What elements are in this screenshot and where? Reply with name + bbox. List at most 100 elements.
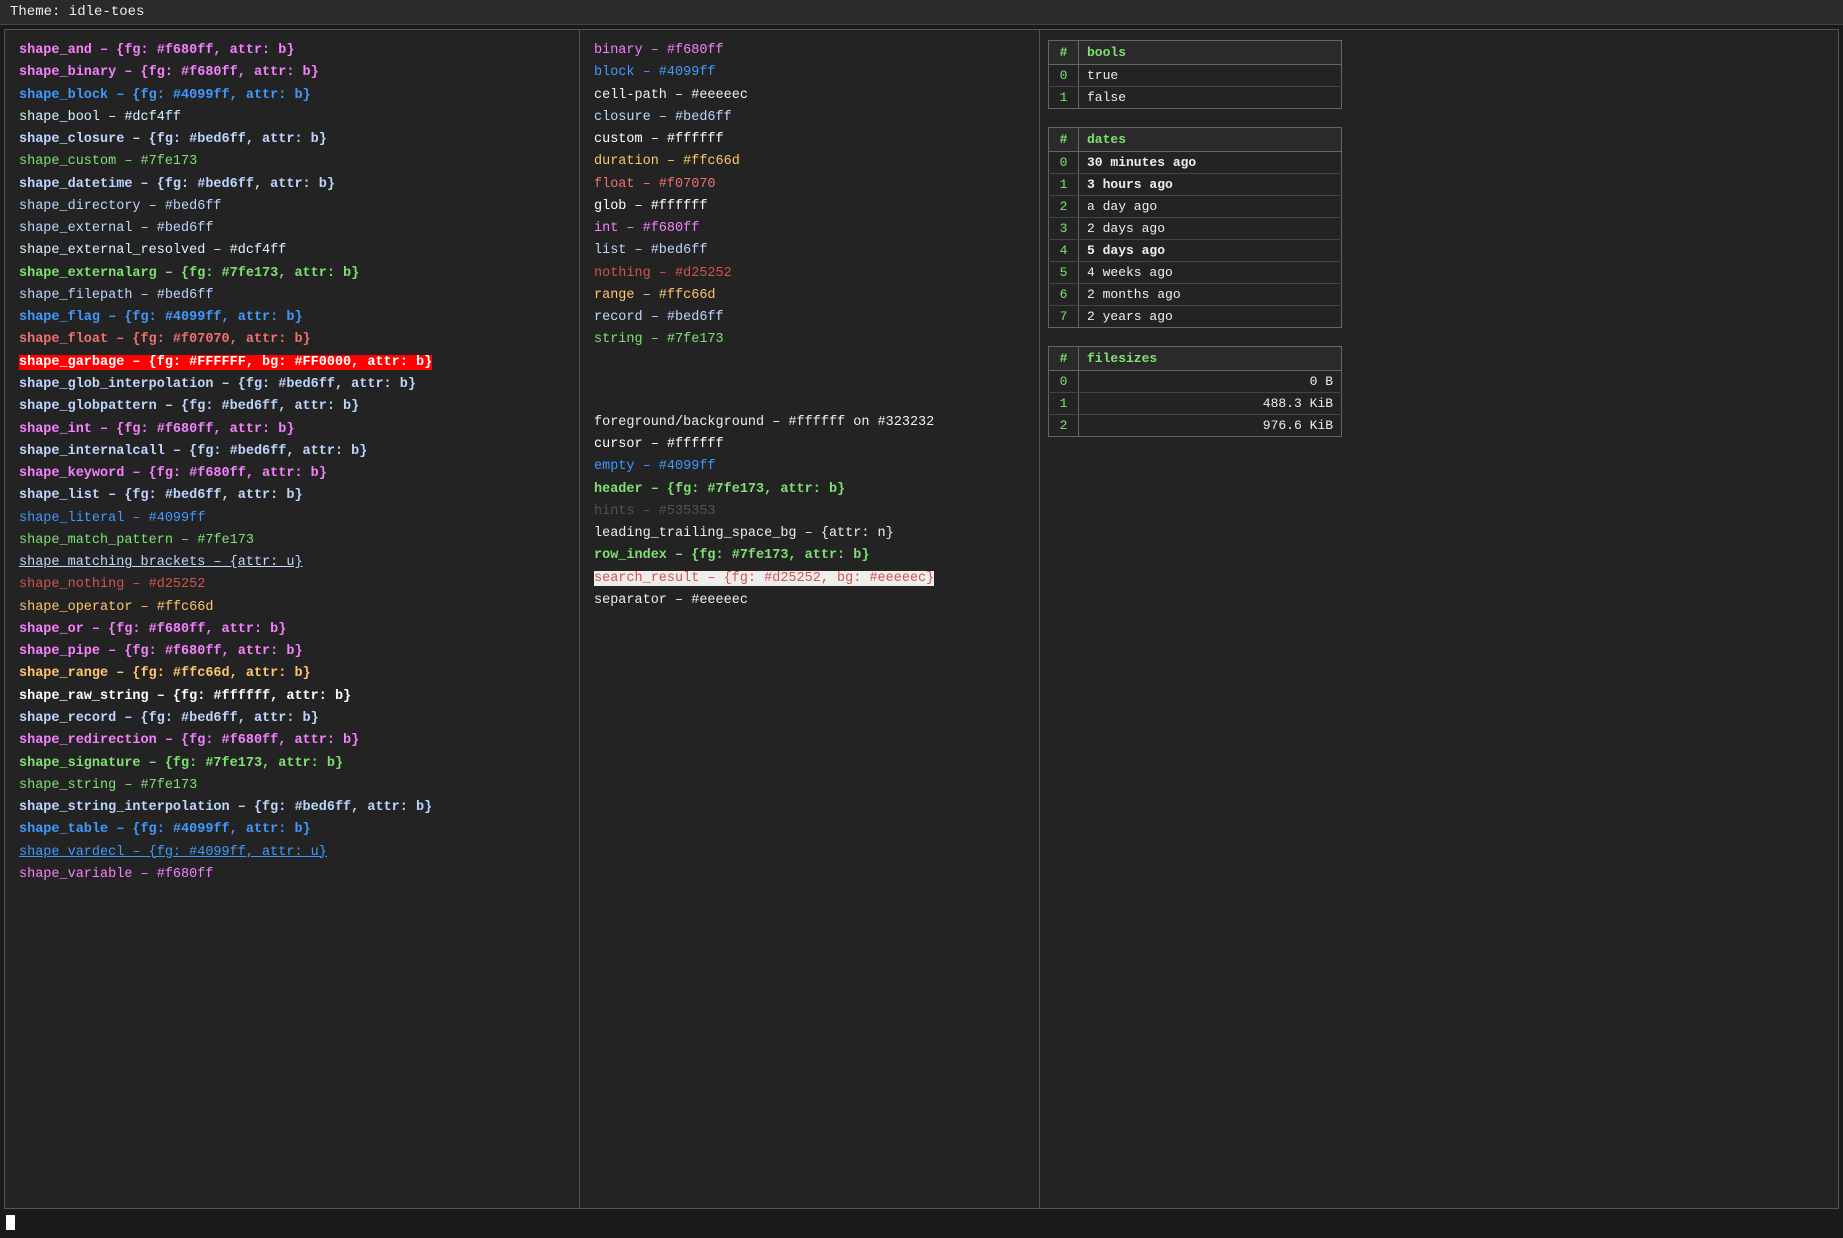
line-shape-int: shape_int – {fg: #f680ff, attr: b}: [19, 419, 565, 441]
line-empty: empty – #4099ff: [594, 456, 1025, 478]
line-search-result: search_result – {fg: #d25252, bg: #eeeee…: [594, 568, 1025, 590]
line-shape-redirection: shape_redirection – {fg: #f680ff, attr: …: [19, 730, 565, 752]
line-custom: custom – #ffffff: [594, 129, 1025, 151]
col3: # bools 0 true 1 false: [1040, 30, 1350, 1208]
line-shape-keyword: shape_keyword – {fg: #f680ff, attr: b}: [19, 463, 565, 485]
line-string: string – #7fe173: [594, 329, 1025, 351]
dates-section: # dates 0 30 minutes ago 1 3 hours ago 2: [1048, 127, 1342, 328]
bools-idx-1: 1: [1049, 87, 1079, 109]
bools-col-index: #: [1049, 41, 1079, 65]
line-shape-and: shape_and – {fg: #f680ff, attr: b}: [19, 40, 565, 62]
line-shape-nothing: shape_nothing – #d25252: [19, 574, 565, 596]
table-row: 7 2 years ago: [1049, 306, 1342, 328]
line-shape-bool: shape_bool – #dcf4ff: [19, 107, 565, 129]
table-row: 2 976.6 KiB: [1049, 415, 1342, 437]
line-shape-block: shape_block – {fg: #4099ff, attr: b}: [19, 85, 565, 107]
line-nothing: nothing – #d25252: [594, 263, 1025, 285]
table-row: 1 false: [1049, 87, 1342, 109]
line-shape-binary: shape_binary – {fg: #f680ff, attr: b}: [19, 62, 565, 84]
line-shape-garbage: shape_garbage – {fg: #FFFFFF, bg: #FF000…: [19, 352, 565, 374]
line-shape-float: shape_float – {fg: #f07070, attr: b}: [19, 329, 565, 351]
line-shape-raw-string: shape_raw_string – {fg: #ffffff, attr: b…: [19, 686, 565, 708]
bools-table: # bools 0 true 1 false: [1048, 40, 1342, 109]
line-shape-globpattern: shape_globpattern – {fg: #bed6ff, attr: …: [19, 396, 565, 418]
dates-idx-1: 1: [1049, 174, 1079, 196]
filesizes-table: # filesizes 0 0 B 1 488.3 KiB 2: [1048, 346, 1342, 437]
filesizes-col-index: #: [1049, 347, 1079, 371]
bools-section: # bools 0 true 1 false: [1048, 40, 1342, 109]
table-row: 2 a day ago: [1049, 196, 1342, 218]
line-closure: closure – #bed6ff: [594, 107, 1025, 129]
bools-col-val: bools: [1079, 41, 1342, 65]
filesizes-idx-1: 1: [1049, 393, 1079, 415]
theme-bar: Theme: idle-toes: [0, 0, 1843, 25]
line-separator: separator – #eeeeec: [594, 590, 1025, 612]
terminal-cursor: [6, 1215, 15, 1230]
dates-val-7: 2 years ago: [1079, 306, 1342, 328]
line-shape-match-pattern: shape_match_pattern – #7fe173: [19, 530, 565, 552]
line-list: list – #bed6ff: [594, 240, 1025, 262]
line-cell-path: cell-path – #eeeeec: [594, 85, 1025, 107]
line-shape-record: shape_record – {fg: #bed6ff, attr: b}: [19, 708, 565, 730]
line-fg-bg: foreground/background – #ffffff on #3232…: [594, 412, 1025, 434]
line-range: range – #ffc66d: [594, 285, 1025, 307]
filesizes-idx-2: 2: [1049, 415, 1079, 437]
dates-idx-4: 4: [1049, 240, 1079, 262]
line-shape-glob-interpolation: shape_glob_interpolation – {fg: #bed6ff,…: [19, 374, 565, 396]
line-float: float – #f07070: [594, 174, 1025, 196]
dates-col-val: dates: [1079, 128, 1342, 152]
line-row-index: row_index – {fg: #7fe173, attr: b}: [594, 545, 1025, 567]
line-shape-pipe: shape_pipe – {fg: #f680ff, attr: b}: [19, 641, 565, 663]
spacer3: [594, 392, 1025, 412]
dates-idx-0: 0: [1049, 152, 1079, 174]
table-row: 0 30 minutes ago: [1049, 152, 1342, 174]
dates-val-5: 4 weeks ago: [1079, 262, 1342, 284]
dates-table: # dates 0 30 minutes ago 1 3 hours ago 2: [1048, 127, 1342, 328]
line-shape-external: shape_external – #bed6ff: [19, 218, 565, 240]
line-block: block – #4099ff: [594, 62, 1025, 84]
dates-idx-3: 3: [1049, 218, 1079, 240]
line-shape-external-resolved: shape_external_resolved – #dcf4ff: [19, 240, 565, 262]
filesizes-col-val: filesizes: [1079, 347, 1342, 371]
dates-col-index: #: [1049, 128, 1079, 152]
filesizes-val-2: 976.6 KiB: [1079, 415, 1342, 437]
line-shape-signature: shape_signature – {fg: #7fe173, attr: b}: [19, 753, 565, 775]
bools-val-0: true: [1079, 65, 1342, 87]
line-shape-datetime: shape_datetime – {fg: #bed6ff, attr: b}: [19, 174, 565, 196]
main-container: shape_and – {fg: #f680ff, attr: b} shape…: [4, 29, 1839, 1209]
table-row: 0 true: [1049, 65, 1342, 87]
line-shape-or: shape_or – {fg: #f680ff, attr: b}: [19, 619, 565, 641]
spacer2: [594, 372, 1025, 392]
line-shape-flag: shape_flag – {fg: #4099ff, attr: b}: [19, 307, 565, 329]
line-record: record – #bed6ff: [594, 307, 1025, 329]
dates-val-2: a day ago: [1079, 196, 1342, 218]
table-row: 5 4 weeks ago: [1049, 262, 1342, 284]
line-leading-trailing: leading_trailing_space_bg – {attr: n}: [594, 523, 1025, 545]
line-shape-variable: shape_variable – #f680ff: [19, 864, 565, 886]
line-shape-literal: shape_literal – #4099ff: [19, 508, 565, 530]
dates-idx-6: 6: [1049, 284, 1079, 306]
line-shape-matching-brackets: shape_matching_brackets – {attr: u}: [19, 552, 565, 574]
bools-idx-0: 0: [1049, 65, 1079, 87]
line-shape-internalcall: shape_internalcall – {fg: #bed6ff, attr:…: [19, 441, 565, 463]
line-duration: duration – #ffc66d: [594, 151, 1025, 173]
dates-val-4: 5 days ago: [1079, 240, 1342, 262]
table-row: 4 5 days ago: [1049, 240, 1342, 262]
line-binary: binary – #f680ff: [594, 40, 1025, 62]
line-shape-externalarg: shape_externalarg – {fg: #7fe173, attr: …: [19, 263, 565, 285]
line-glob: glob – #ffffff: [594, 196, 1025, 218]
dates-val-3: 2 days ago: [1079, 218, 1342, 240]
line-header: header – {fg: #7fe173, attr: b}: [594, 479, 1025, 501]
theme-label: Theme: idle-toes: [10, 4, 144, 20]
bools-val-1: false: [1079, 87, 1342, 109]
table-row: 1 3 hours ago: [1049, 174, 1342, 196]
col2: binary – #f680ff block – #4099ff cell-pa…: [580, 30, 1040, 1208]
filesizes-val-0: 0 B: [1079, 371, 1342, 393]
table-row: 3 2 days ago: [1049, 218, 1342, 240]
line-shape-table: shape_table – {fg: #4099ff, attr: b}: [19, 819, 565, 841]
line-shape-operator: shape_operator – #ffc66d: [19, 597, 565, 619]
line-shape-string: shape_string – #7fe173: [19, 775, 565, 797]
line-shape-closure: shape_closure – {fg: #bed6ff, attr: b}: [19, 129, 565, 151]
dates-idx-7: 7: [1049, 306, 1079, 328]
dates-val-0: 30 minutes ago: [1079, 152, 1342, 174]
